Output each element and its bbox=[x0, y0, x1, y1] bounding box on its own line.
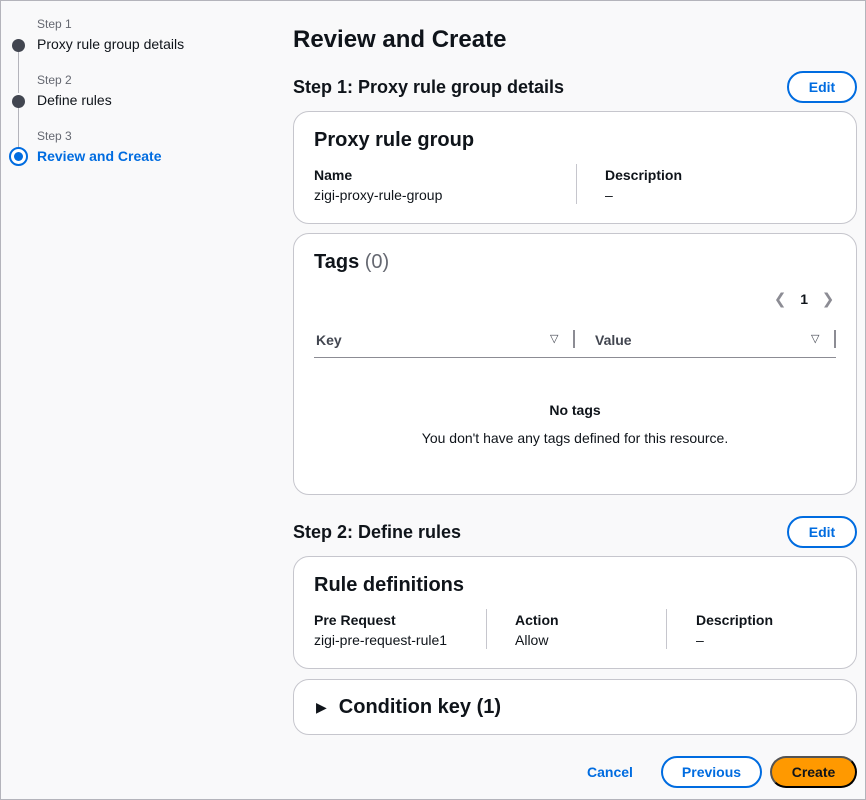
description-label: Description bbox=[605, 167, 683, 183]
sort-down-icon[interactable]: ▽ bbox=[811, 332, 819, 345]
empty-state-title: No tags bbox=[549, 402, 601, 418]
step-connector bbox=[18, 107, 19, 147]
step-title[interactable]: Define rules bbox=[37, 92, 112, 108]
column-resizer[interactable] bbox=[573, 330, 575, 348]
tags-count: (0) bbox=[364, 251, 390, 273]
card-title: Proxy rule group bbox=[314, 129, 475, 151]
tags-title: Tags (0) bbox=[314, 251, 389, 274]
column-divider bbox=[576, 164, 577, 204]
step-current-icon bbox=[9, 147, 28, 166]
column-divider bbox=[486, 609, 487, 649]
page-title: Review and Create bbox=[293, 26, 507, 53]
rule-definitions-card: Rule definitions Pre Request zigi-pre-re… bbox=[293, 556, 857, 669]
description-label: Description bbox=[696, 612, 774, 628]
caret-right-icon: ▶ bbox=[316, 699, 327, 715]
description-value: – bbox=[605, 187, 613, 203]
pagination: ❮ 1 ❯ bbox=[772, 290, 836, 308]
edit-step2-button[interactable]: Edit bbox=[787, 516, 857, 548]
step-status-icon bbox=[12, 95, 25, 108]
column-header-value[interactable]: Value bbox=[595, 332, 632, 348]
chevron-right-icon[interactable]: ❯ bbox=[820, 290, 836, 308]
proxy-rule-group-card: Proxy rule group Name zigi-proxy-rule-gr… bbox=[293, 111, 857, 224]
step-status-icon bbox=[12, 39, 25, 52]
sort-down-icon[interactable]: ▽ bbox=[550, 332, 558, 345]
previous-button[interactable]: Previous bbox=[661, 756, 762, 788]
edit-step1-button[interactable]: Edit bbox=[787, 71, 857, 103]
cancel-button[interactable]: Cancel bbox=[587, 764, 633, 780]
page-number[interactable]: 1 bbox=[800, 291, 808, 307]
column-header-key[interactable]: Key bbox=[316, 332, 342, 348]
step-connector bbox=[18, 51, 19, 93]
pre-request-label: Pre Request bbox=[314, 612, 396, 628]
step1-header: Step 1: Proxy rule group details bbox=[293, 77, 565, 97]
pre-request-value: zigi-pre-request-rule1 bbox=[314, 632, 448, 648]
name-label: Name bbox=[314, 167, 353, 183]
action-value: Allow bbox=[515, 632, 549, 648]
column-resizer[interactable] bbox=[834, 330, 836, 348]
condition-key-expander[interactable]: ▶ Condition key (1) bbox=[293, 679, 857, 735]
table-header-divider bbox=[314, 357, 836, 358]
step-number: Step 2 bbox=[37, 73, 72, 87]
card-title: Rule definitions bbox=[314, 574, 464, 596]
empty-state-description: You don't have any tags defined for this… bbox=[421, 430, 729, 446]
tags-card: Tags (0) ❮ 1 ❯ Key ▽ Value ▽ No tags You… bbox=[293, 233, 857, 495]
tags-title-text: Tags bbox=[314, 251, 360, 273]
chevron-left-icon[interactable]: ❮ bbox=[772, 290, 788, 308]
step-number: Step 3 bbox=[37, 129, 72, 143]
description-value: – bbox=[696, 632, 704, 648]
create-button[interactable]: Create bbox=[770, 756, 857, 788]
expander-label: Condition key (1) bbox=[338, 696, 502, 718]
column-divider bbox=[666, 609, 667, 649]
step-title: Review and Create bbox=[37, 148, 162, 164]
expander-header[interactable]: ▶ Condition key (1) bbox=[316, 696, 501, 719]
step2-header: Step 2: Define rules bbox=[293, 522, 462, 542]
action-label: Action bbox=[515, 612, 559, 628]
name-value: zigi-proxy-rule-group bbox=[314, 187, 443, 203]
step-number: Step 1 bbox=[37, 17, 72, 31]
step-title[interactable]: Proxy rule group details bbox=[37, 36, 184, 52]
